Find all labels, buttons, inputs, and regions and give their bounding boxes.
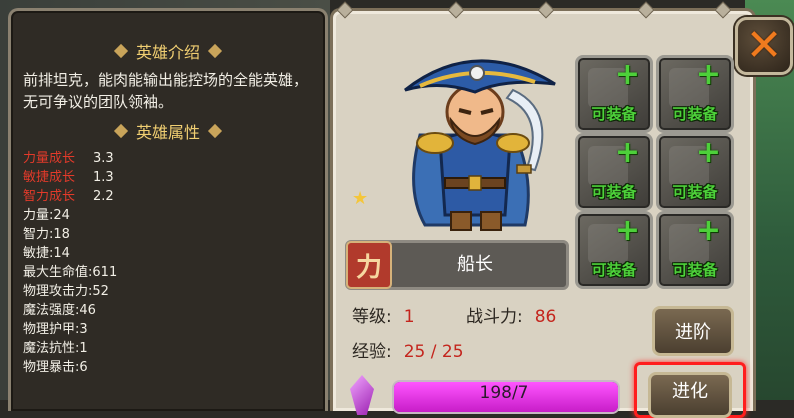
- level-stat: 等级: 1: [352, 307, 415, 327]
- intro-title: 英雄介绍: [23, 39, 313, 63]
- stat-label: 力量: [23, 208, 50, 223]
- stat-row: 力量:24: [23, 208, 70, 223]
- intro-text: 前排坦克，能肉能输出能控场的全能英雄，无可争议的团队领袖。: [23, 71, 309, 111]
- power-value: 86: [534, 307, 557, 327]
- stat-row: 智力:18: [23, 227, 70, 242]
- strength-type-icon: 力: [346, 241, 392, 289]
- exp-value: 25 / 25: [403, 342, 464, 362]
- stat-row: 物理攻击力:52: [23, 284, 109, 299]
- level-label: 等级: [352, 307, 386, 327]
- stat-row: 物理暴击:6: [23, 360, 88, 375]
- equip-slot-5[interactable]: + 可装备: [575, 211, 653, 289]
- stat-label: 最大生命值: [23, 265, 89, 280]
- equip-slot-2[interactable]: + 可装备: [656, 55, 734, 133]
- close-button[interactable]: ✕: [735, 17, 793, 75]
- ornament-icon: [207, 43, 223, 59]
- plus-icon: +: [695, 135, 721, 170]
- intro-title-text: 英雄介绍: [135, 43, 200, 62]
- equip-slot-6[interactable]: + 可装备: [656, 211, 734, 289]
- hero-name: 船长: [457, 254, 493, 275]
- equip-slot-label: 可装备: [672, 183, 718, 201]
- hero-portrait: [404, 59, 556, 231]
- stat-row: 物理护甲:3: [23, 322, 88, 337]
- hero-info-panel: 英雄介绍 前排坦克，能肉能输出能控场的全能英雄，无可争议的团队领袖。 英雄属性 …: [8, 8, 328, 411]
- plus-icon: +: [614, 135, 640, 170]
- evolve-button[interactable]: 进化: [648, 372, 732, 418]
- equip-slot-label: 可装备: [591, 261, 637, 279]
- equip-slot-4[interactable]: + 可装备: [656, 133, 734, 211]
- hero-info-content: 英雄介绍 前排坦克，能肉能输出能控场的全能英雄，无可争议的团队领袖。 英雄属性 …: [23, 21, 313, 377]
- advance-button[interactable]: 进阶: [652, 306, 734, 356]
- stat-value: 52: [92, 284, 109, 299]
- stat-value: 6: [79, 360, 88, 375]
- stat-label: 魔法抗性: [23, 341, 76, 356]
- growth-value: 2.2: [93, 189, 114, 204]
- stat-row: 魔法强度:46: [23, 303, 96, 318]
- stat-row: 敏捷:14: [23, 246, 70, 261]
- stat-label: 智力: [23, 227, 50, 242]
- star-rating-icon: ★: [352, 188, 369, 209]
- plus-icon: +: [614, 213, 640, 248]
- stat-label: 物理护甲: [23, 322, 76, 337]
- stat-label: 敏捷: [23, 246, 50, 261]
- stat-value: 1: [79, 341, 88, 356]
- soul-progress-text: 198/7: [479, 383, 529, 403]
- growth-label: 力量成长: [23, 151, 76, 166]
- equip-slot-3[interactable]: + 可装备: [575, 133, 653, 211]
- stat-value: 24: [53, 208, 70, 223]
- equip-slot-label: 可装备: [672, 261, 718, 279]
- growth-row: 敏捷成长 1.3: [23, 168, 313, 187]
- growth-value: 1.3: [93, 170, 114, 185]
- growth-row: 智力成长 2.2: [23, 187, 313, 206]
- stat-label: 物理暴击: [23, 360, 76, 375]
- growth-value: 3.3: [93, 151, 114, 166]
- exp-label: 经验: [352, 342, 386, 362]
- ornament-icon: [113, 123, 129, 139]
- close-icon: ✕: [745, 20, 783, 71]
- equip-slot-label: 可装备: [591, 183, 637, 201]
- stat-row: 最大生命值:611: [23, 265, 118, 280]
- equip-slot-1[interactable]: + 可装备: [575, 55, 653, 133]
- power-label: 战斗力: [466, 307, 517, 327]
- ornament-icon: [113, 43, 129, 59]
- equip-slot-label: 可装备: [591, 105, 637, 123]
- stat-value: 14: [53, 246, 70, 261]
- stat-value: 18: [53, 227, 70, 242]
- stat-value: 611: [92, 265, 118, 280]
- advance-button-label: 进阶: [675, 322, 711, 343]
- evolve-button-label: 进化: [672, 381, 708, 402]
- stat-label: 物理攻击力: [23, 284, 89, 299]
- equip-slot-label: 可装备: [672, 105, 718, 123]
- attributes-title: 英雄属性: [23, 119, 313, 143]
- ornament-icon: [207, 123, 223, 139]
- stat-row: 魔法抗性:1: [23, 341, 88, 356]
- stat-label: 魔法强度: [23, 303, 76, 318]
- power-stat: 战斗力: 86: [466, 307, 557, 327]
- growth-row: 力量成长 3.3: [23, 149, 313, 168]
- attributes-title-text: 英雄属性: [135, 123, 200, 142]
- plus-icon: +: [614, 57, 640, 92]
- stat-value: 3: [79, 322, 88, 337]
- plus-icon: +: [695, 57, 721, 92]
- plus-icon: +: [695, 213, 721, 248]
- growth-label: 智力成长: [23, 189, 76, 204]
- stat-value: 46: [79, 303, 96, 318]
- level-value: 1: [403, 307, 415, 327]
- exp-stat: 经验: 25 / 25: [352, 342, 464, 362]
- growth-label: 敏捷成长: [23, 170, 76, 185]
